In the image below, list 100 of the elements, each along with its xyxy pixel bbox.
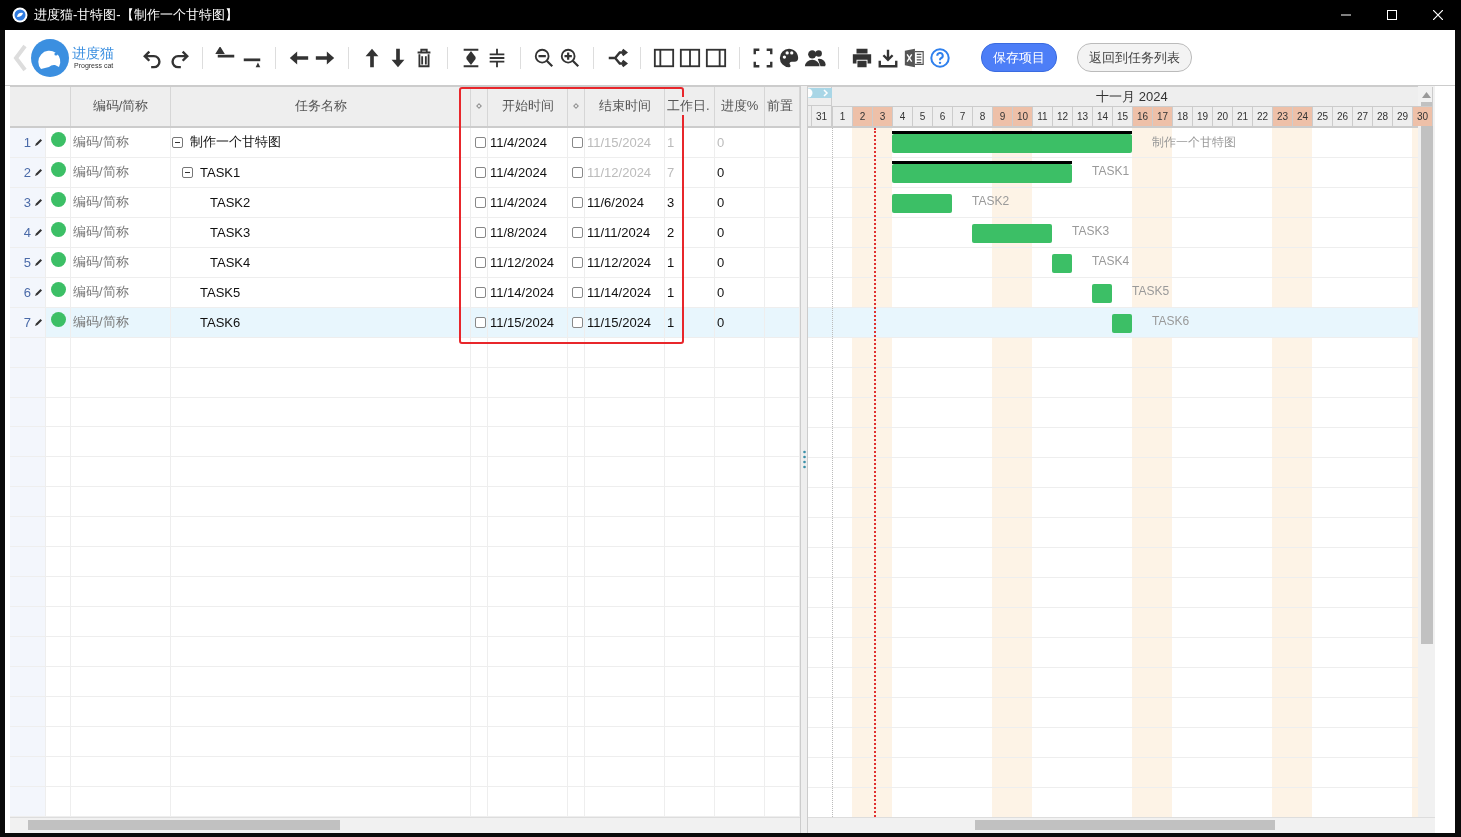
status-dot xyxy=(51,251,66,267)
column-toggle-icon[interactable] xyxy=(573,103,579,110)
checkbox[interactable] xyxy=(572,226,583,238)
column-header[interactable]: 工作日. xyxy=(667,97,710,116)
back-button[interactable]: 返回到任务列表 xyxy=(1077,43,1192,72)
day-label: 9 xyxy=(992,107,1012,126)
row-number: 1 xyxy=(23,134,31,150)
pencil-icon[interactable] xyxy=(34,167,43,177)
pencil-icon[interactable] xyxy=(34,227,43,237)
pencil-icon[interactable] xyxy=(34,257,43,267)
checkbox[interactable] xyxy=(572,196,583,208)
day-label: 20 xyxy=(1212,107,1232,126)
right-panel-layout-icon[interactable] xyxy=(705,46,727,69)
row-number: 5 xyxy=(23,254,31,270)
checkbox[interactable] xyxy=(475,136,486,148)
help-icon[interactable] xyxy=(929,46,951,69)
task-name: TASK2 xyxy=(210,194,251,210)
workdays-value: 2 xyxy=(667,224,675,240)
task-code: 编码/简称 xyxy=(73,133,129,152)
task-row[interactable]: 1 编码/简称 制作一个甘特图 11/4/2024 11/15/2024 1 0 xyxy=(10,127,800,158)
checkbox[interactable] xyxy=(475,286,486,298)
split-layout-icon[interactable] xyxy=(679,46,701,69)
end-date: 11/6/2024 xyxy=(587,194,644,210)
workdays-value: 7 xyxy=(667,164,675,180)
end-date: 11/11/2024 xyxy=(587,224,651,240)
task-row[interactable]: 5 编码/简称 TASK4 11/12/2024 11/12/2024 1 0 xyxy=(10,247,800,278)
task-code: 编码/简称 xyxy=(73,223,129,242)
collapse-toggle[interactable] xyxy=(182,166,193,178)
status-dot xyxy=(51,281,66,297)
save-button[interactable]: 保存项目 xyxy=(981,43,1057,72)
status-dot xyxy=(51,221,66,237)
checkbox[interactable] xyxy=(572,166,583,178)
start-date: 11/15/2024 xyxy=(490,314,555,330)
status-dot xyxy=(51,191,66,207)
task-row[interactable]: 4 编码/简称 TASK3 11/8/2024 11/11/2024 2 0 xyxy=(10,217,800,248)
horizontal-scrollbar[interactable] xyxy=(808,817,1435,833)
start-date: 11/8/2024 xyxy=(490,224,547,240)
checkbox[interactable] xyxy=(475,196,486,208)
zoom-in-icon[interactable] xyxy=(559,46,581,69)
pencil-icon[interactable] xyxy=(34,287,43,297)
task-row[interactable]: 2 编码/简称 TASK1 11/4/2024 11/12/2024 7 0 xyxy=(10,157,800,188)
progress-value: 0 xyxy=(717,254,725,270)
task-name: TASK1 xyxy=(200,164,241,180)
status-dot xyxy=(51,311,66,327)
day-label: 14 xyxy=(1092,107,1112,126)
day-label: 11 xyxy=(1032,107,1052,126)
task-code: 编码/简称 xyxy=(73,193,129,212)
zoom-out-icon[interactable] xyxy=(533,46,555,69)
month-label: 十一月 2024 xyxy=(1096,88,1168,107)
pencil-icon[interactable] xyxy=(34,137,43,147)
day-label: 2 xyxy=(852,107,872,126)
collapse-toggle[interactable] xyxy=(172,136,183,148)
pencil-icon[interactable] xyxy=(34,197,43,207)
row-number: 3 xyxy=(23,194,31,210)
palette-icon[interactable] xyxy=(778,46,800,69)
day-label: 21 xyxy=(1232,107,1252,126)
status-dot xyxy=(51,161,66,177)
start-date: 11/4/2024 xyxy=(490,134,547,150)
task-row[interactable]: 6 编码/简称 TASK5 11/14/2024 11/14/2024 1 0 xyxy=(10,277,800,308)
checkbox[interactable] xyxy=(475,166,486,178)
workdays-value: 1 xyxy=(667,284,675,300)
task-code: 编码/简称 xyxy=(73,163,129,182)
excel-icon[interactable] xyxy=(903,46,925,69)
fullscreen-icon[interactable] xyxy=(752,46,774,69)
pencil-icon[interactable] xyxy=(34,317,43,327)
day-label: 12 xyxy=(1052,107,1072,126)
maximize-icon[interactable] xyxy=(1387,10,1397,20)
task-row[interactable]: 3 编码/简称 TASK2 11/4/2024 11/6/2024 3 0 xyxy=(10,187,800,218)
vertical-scrollbar[interactable] xyxy=(1418,86,1435,817)
window-title: 进度猫-甘特图-【制作一个甘特图】 xyxy=(34,6,239,24)
close-icon[interactable] xyxy=(1433,10,1443,20)
progress-value: 0 xyxy=(717,224,725,240)
task-name: TASK6 xyxy=(200,314,241,330)
day-label: 3 xyxy=(872,107,892,126)
progress-value: 0 xyxy=(717,284,725,300)
task-row[interactable]: 7 编码/简称 TASK6 11/15/2024 11/15/2024 1 0 xyxy=(10,307,800,338)
checkbox[interactable] xyxy=(475,256,486,268)
column-toggle-icon[interactable] xyxy=(476,103,482,110)
checkbox[interactable] xyxy=(475,316,486,328)
print-icon[interactable] xyxy=(851,46,873,69)
checkbox[interactable] xyxy=(572,136,583,148)
checkbox[interactable] xyxy=(572,256,583,268)
start-date: 11/12/2024 xyxy=(490,254,555,270)
start-date: 11/14/2024 xyxy=(490,284,555,300)
workdays-value: 1 xyxy=(667,314,675,330)
grip-icon[interactable] xyxy=(802,449,806,470)
end-date: 11/14/2024 xyxy=(587,284,652,300)
row-number: 2 xyxy=(23,164,31,180)
day-label: 4 xyxy=(892,107,912,126)
bar-label: TASK2 xyxy=(972,194,1010,208)
row-number: 6 xyxy=(23,284,31,300)
left-panel-layout-icon[interactable] xyxy=(653,46,675,69)
link-icon[interactable] xyxy=(606,46,628,69)
checkbox[interactable] xyxy=(572,286,583,298)
progress-value: 0 xyxy=(717,164,725,180)
checkbox[interactable] xyxy=(475,226,486,238)
bar-label: TASK4 xyxy=(1092,254,1130,268)
checkbox[interactable] xyxy=(572,316,583,328)
workdays-value: 1 xyxy=(667,134,675,150)
end-date: 11/12/2024 xyxy=(587,254,652,270)
